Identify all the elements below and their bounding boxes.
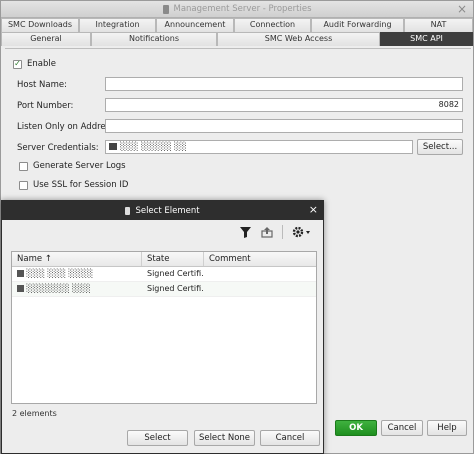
enable-checkbox[interactable]: ✓ <box>13 59 22 69</box>
tab-notifications[interactable]: Notifications <box>91 32 217 46</box>
dialog-toolbar <box>238 225 313 239</box>
tab-row-2: General Notifications SMC Web Access SMC… <box>1 32 473 46</box>
generate-logs-checkbox[interactable] <box>19 161 28 171</box>
dialog-select-button[interactable]: Select <box>127 430 188 446</box>
column-state[interactable]: State <box>142 252 204 266</box>
row-name-text: ░░░░░░░ ░░░ <box>26 284 91 293</box>
help-button[interactable]: Help <box>427 420 467 436</box>
row-name-text: ░░░ ░░░ ░░░░ <box>26 269 94 278</box>
tab-connection[interactable]: Connection <box>234 18 311 32</box>
generate-logs-label: Generate Server Logs <box>33 161 126 171</box>
dialog-close-icon[interactable]: × <box>309 203 318 216</box>
tab-smc-web-access[interactable]: SMC Web Access <box>217 32 380 46</box>
row-name-cell: ░░░ ░░░ ░░░░ <box>12 267 142 281</box>
table-row[interactable]: ░░░ ░░░ ░░░░ Signed Certifi... <box>12 267 316 282</box>
close-icon[interactable]: × <box>457 2 467 16</box>
select-credentials-button[interactable]: Select... <box>417 139 463 155</box>
row-state-cell: Signed Certifi... <box>147 269 204 278</box>
element-count: 2 elements <box>12 409 57 418</box>
ssl-session-label: Use SSL for Session ID <box>33 180 129 190</box>
tab-announcement[interactable]: Announcement <box>156 18 234 32</box>
main-title: Management Server - Properties <box>173 4 312 14</box>
gear-icon[interactable] <box>291 225 313 239</box>
server-icon <box>162 4 169 14</box>
port-input[interactable]: 8082 <box>105 98 463 112</box>
tab-general[interactable]: General <box>1 32 91 46</box>
ssl-session-row[interactable]: Use SSL for Session ID <box>19 180 128 190</box>
ok-button[interactable]: OK <box>335 420 377 436</box>
certificate-icon <box>17 270 24 277</box>
listen-address-input[interactable] <box>105 119 463 133</box>
tab-smc-downloads[interactable]: SMC Downloads <box>1 18 79 32</box>
host-name-input[interactable] <box>105 77 463 91</box>
host-name-label: Host Name: <box>17 80 67 90</box>
table-header: Name ↑ State Comment <box>12 252 316 267</box>
dialog-cancel-button[interactable]: Cancel <box>260 430 320 446</box>
export-icon[interactable] <box>260 225 274 239</box>
generate-logs-row[interactable]: Generate Server Logs <box>19 161 126 171</box>
server-credentials-label: Server Credentials: <box>17 143 99 153</box>
elements-table: Name ↑ State Comment ░░░ ░░░ ░░░░ Signed… <box>11 251 317 404</box>
server-credentials-field: ░░░ ░░░░░ ░░ <box>105 140 413 154</box>
dialog-server-icon <box>125 206 131 215</box>
row-name-cell: ░░░░░░░ ░░░ <box>12 282 142 296</box>
row-comment-cell <box>204 267 316 281</box>
column-comment[interactable]: Comment <box>204 252 316 266</box>
certificate-icon <box>109 143 117 150</box>
listen-address-label: Listen Only on Address: <box>17 122 118 132</box>
cancel-button[interactable]: Cancel <box>381 420 423 436</box>
dialog-title: Select Element <box>135 205 200 216</box>
enable-label: Enable <box>27 59 56 69</box>
row-state-cell: Signed Certifi... <box>147 284 204 293</box>
column-name[interactable]: Name ↑ <box>12 252 142 266</box>
port-label: Port Number: <box>17 101 74 111</box>
dialog-titlebar: Select Element × <box>2 201 323 220</box>
toolbar-separator <box>282 225 283 239</box>
server-credentials-value: ░░░ ░░░░░ ░░ <box>120 142 187 151</box>
tab-row-1: SMC Downloads Integration Announcement C… <box>1 18 473 32</box>
tab-integration[interactable]: Integration <box>79 18 156 32</box>
certificate-icon <box>17 285 24 292</box>
table-row[interactable]: ░░░░░░░ ░░░ Signed Certifi... <box>12 282 316 297</box>
row-comment-cell <box>204 282 316 296</box>
tab-nat[interactable]: NAT <box>404 18 473 32</box>
filter-icon[interactable] <box>238 225 252 239</box>
tab-smc-api[interactable]: SMC API <box>380 32 473 46</box>
select-none-button[interactable]: Select None <box>194 430 255 446</box>
main-titlebar: Management Server - Properties × <box>1 1 473 18</box>
enable-row[interactable]: ✓ Enable <box>13 59 56 69</box>
tab-audit-forwarding[interactable]: Audit Forwarding <box>311 18 404 32</box>
select-element-dialog: Select Element × Name ↑ State Comment ░░… <box>1 200 324 454</box>
ssl-session-checkbox[interactable] <box>19 180 28 190</box>
